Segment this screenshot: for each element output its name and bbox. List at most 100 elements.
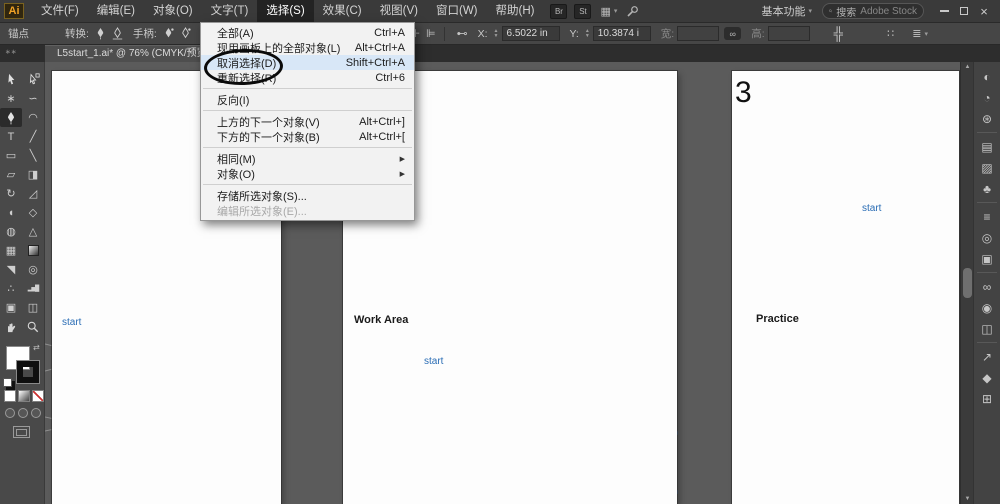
menu-item-反向(I)[interactable]: 反向(I) bbox=[201, 92, 414, 107]
menu-item-编辑所选对象(E)...[interactable]: 编辑所选对象(E)... bbox=[201, 203, 414, 218]
links-panel-icon[interactable]: ◫ bbox=[974, 318, 1000, 339]
options-menu-icon[interactable]: ≣▾ bbox=[912, 27, 928, 40]
close-button[interactable]: × bbox=[974, 2, 994, 20]
graphic-styles-panel-icon[interactable]: ▣ bbox=[974, 248, 1000, 269]
draw-inside-button[interactable] bbox=[31, 408, 41, 418]
gradient-mode-button[interactable] bbox=[18, 390, 30, 402]
rectangle-tool[interactable]: ▭ bbox=[0, 146, 22, 165]
menubar-item-编辑(E)[interactable]: 编辑(E) bbox=[88, 0, 144, 22]
free-transform-tool[interactable]: ◇ bbox=[22, 203, 44, 222]
menu-item-对象(O)[interactable]: 对象(O)▶ bbox=[201, 166, 414, 181]
type-tool[interactable]: T bbox=[0, 127, 22, 146]
line-segment-tool[interactable]: ╱ bbox=[22, 127, 44, 146]
y-stepper[interactable]: ▲▼ bbox=[585, 29, 590, 39]
gradient-tool[interactable] bbox=[22, 241, 44, 260]
pathfinder-panel-icon[interactable]: ⊛ bbox=[974, 108, 1000, 129]
direct-selection-tool[interactable] bbox=[22, 70, 44, 89]
workspace-switcher[interactable]: 基本功能 ▾ bbox=[761, 3, 812, 19]
perspective-grid-tool[interactable]: △ bbox=[22, 222, 44, 241]
paintbrush-tool[interactable]: ╲ bbox=[22, 146, 44, 165]
menubar-item-文件(F)[interactable]: 文件(F) bbox=[32, 0, 88, 22]
y-position-field[interactable]: 10.3874 i bbox=[593, 26, 651, 41]
menubar-item-效果(C)[interactable]: 效果(C) bbox=[314, 0, 371, 22]
menu-item-重新选择(R)[interactable]: 重新选择(R)Ctrl+6 bbox=[201, 70, 414, 85]
transform-widget-icon[interactable]: ╬ bbox=[834, 26, 843, 41]
link-dimensions-icon[interactable]: ∞ bbox=[724, 27, 741, 40]
show-handles-icon[interactable] bbox=[163, 27, 174, 40]
draw-behind-button[interactable] bbox=[18, 408, 28, 418]
magic-wand-tool[interactable]: ∗ bbox=[0, 89, 22, 108]
rotate-tool[interactable]: ↻ bbox=[0, 184, 22, 203]
convert-corner-icon[interactable] bbox=[95, 27, 106, 40]
menubar-item-文字(T)[interactable]: 文字(T) bbox=[202, 0, 258, 22]
color-guide-panel-icon[interactable]: ◔ bbox=[974, 87, 1000, 108]
swap-fill-stroke-icon[interactable]: ⇄ bbox=[33, 343, 40, 352]
menu-item-现用画板上的全部对象(L)[interactable]: 现用画板上的全部对象(L)Alt+Ctrl+A bbox=[201, 40, 414, 55]
x-stepper[interactable]: ▲▼ bbox=[494, 29, 499, 39]
convert-smooth-icon[interactable] bbox=[112, 27, 123, 40]
lasso-tool[interactable]: ∽ bbox=[22, 89, 44, 108]
zoom-tool[interactable] bbox=[22, 317, 44, 336]
draw-normal-button[interactable] bbox=[5, 408, 15, 418]
height-field[interactable] bbox=[768, 26, 810, 41]
minimize-button[interactable] bbox=[934, 2, 954, 20]
stock-badge[interactable]: St bbox=[574, 4, 591, 19]
menu-item-上方的下一个对象(V)[interactable]: 上方的下一个对象(V)Alt+Ctrl+] bbox=[201, 114, 414, 129]
stroke-panel-icon[interactable]: ≡ bbox=[974, 206, 1000, 227]
default-fill-stroke-icon[interactable] bbox=[3, 378, 12, 387]
width-tool[interactable]: ◖ bbox=[0, 203, 22, 222]
artboard-tool[interactable]: ▣ bbox=[0, 298, 22, 317]
shape-builder-tool[interactable]: ◍ bbox=[0, 222, 22, 241]
document-tab[interactable]: L5start_1.ai* @ 76% (CMYK/预览) bbox=[45, 45, 225, 62]
menubar-item-选择(S)[interactable]: 选择(S) bbox=[257, 0, 313, 22]
symbol-sprayer-tool[interactable]: ∴ bbox=[0, 279, 22, 298]
hide-handles-icon[interactable] bbox=[180, 27, 191, 40]
menu-item-下方的下一个对象(B)[interactable]: 下方的下一个对象(B)Alt+Ctrl+[ bbox=[201, 129, 414, 144]
menu-item-存储所选对象(S)...[interactable]: 存储所选对象(S)... bbox=[201, 188, 414, 203]
blob-brush-tool[interactable]: ◨ bbox=[22, 165, 44, 184]
anchor-display-toggle-3[interactable]: ⊫ bbox=[426, 27, 436, 40]
arrange-documents-icon[interactable]: ▦ ▾ bbox=[600, 5, 617, 18]
slice-tool[interactable]: ◫ bbox=[22, 298, 44, 317]
app-logo-icon[interactable]: Ai bbox=[4, 3, 24, 19]
adjustments-panel-icon[interactable]: ◉ bbox=[974, 297, 1000, 318]
align-options-icon[interactable]: ∷ bbox=[887, 27, 894, 40]
blend-tool[interactable]: ◎ bbox=[22, 260, 44, 279]
scrollbar-thumb[interactable] bbox=[963, 268, 972, 298]
gpu-performance-icon[interactable] bbox=[626, 5, 639, 18]
mesh-tool[interactable]: ▦ bbox=[0, 241, 22, 260]
hand-tool[interactable] bbox=[0, 317, 22, 336]
menubar-item-视图(V)[interactable]: 视图(V) bbox=[371, 0, 427, 22]
stroke-color-swatch[interactable] bbox=[17, 361, 39, 383]
search-input[interactable]: 搜索 Adobe Stock bbox=[822, 3, 924, 19]
artboards-panel-icon[interactable]: ⊞ bbox=[974, 388, 1000, 409]
appearance-panel-icon[interactable]: ◎ bbox=[974, 227, 1000, 248]
canvas-area[interactable]: startWork Areastart3startPractice bbox=[45, 62, 960, 504]
symbols-panel-icon[interactable]: ♣ bbox=[974, 178, 1000, 199]
swatches-panel-icon[interactable]: ▤ bbox=[974, 136, 1000, 157]
layers-panel-icon[interactable]: ◆ bbox=[974, 367, 1000, 388]
color-panel-icon[interactable]: ◐ bbox=[974, 66, 1000, 87]
none-mode-button[interactable] bbox=[32, 390, 44, 402]
menu-item-相同(M)[interactable]: 相同(M)▶ bbox=[201, 151, 414, 166]
cc-libraries-panel-icon[interactable]: ∞ bbox=[974, 276, 1000, 297]
column-graph-tool[interactable]: ▂▅█ bbox=[22, 279, 44, 298]
color-mode-button[interactable] bbox=[4, 390, 16, 402]
curvature-tool[interactable]: ◠ bbox=[22, 108, 44, 127]
pen-tool[interactable] bbox=[0, 108, 22, 127]
menu-item-全部(A)[interactable]: 全部(A)Ctrl+A bbox=[201, 25, 414, 40]
shaper-tool[interactable]: ▱ bbox=[0, 165, 22, 184]
width-field[interactable] bbox=[677, 26, 719, 41]
scale-tool[interactable]: ◿ bbox=[22, 184, 44, 203]
bridge-badge[interactable]: Br bbox=[550, 4, 567, 19]
eyedropper-tool[interactable]: ◥ bbox=[0, 260, 22, 279]
selection-tool[interactable] bbox=[0, 70, 22, 89]
menubar-item-对象(O)[interactable]: 对象(O) bbox=[144, 0, 202, 22]
export-panel-icon[interactable]: ↗ bbox=[974, 346, 1000, 367]
artboard-3[interactable] bbox=[732, 71, 959, 504]
screen-mode-button[interactable] bbox=[13, 426, 30, 438]
x-position-field[interactable]: 6.5022 in bbox=[502, 26, 560, 41]
menubar-item-帮助(H)[interactable]: 帮助(H) bbox=[487, 0, 544, 22]
menu-item-取消选择(D)[interactable]: 取消选择(D)Shift+Ctrl+A bbox=[201, 55, 414, 70]
brushes-panel-icon[interactable]: ▨ bbox=[974, 157, 1000, 178]
